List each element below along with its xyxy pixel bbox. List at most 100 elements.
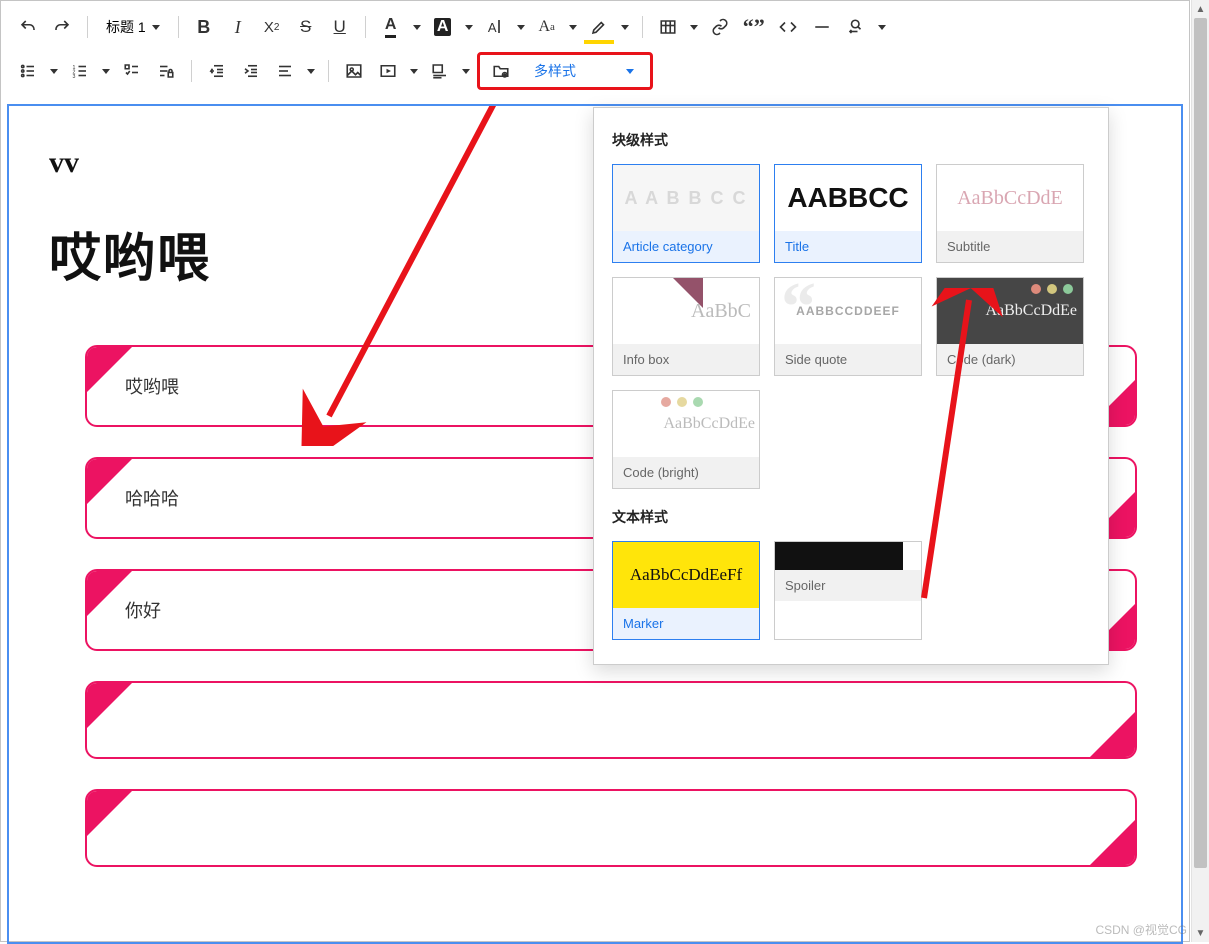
image-indent-dropdown[interactable] — [459, 69, 473, 74]
style-preview: A A B B C C — [613, 165, 759, 231]
table-button[interactable] — [653, 12, 683, 42]
style-preview — [775, 542, 903, 570]
style-label: Code (bright) — [613, 457, 759, 488]
style-preview: AaBbCcDdEeFf — [613, 542, 759, 608]
image-button[interactable] — [339, 56, 369, 86]
style-label: Article category — [613, 231, 759, 262]
toolbar-row-1: 标题 1 B I X2 S U A A AI Aa “” — [13, 7, 1177, 47]
block-styles-heading: 块级样式 — [612, 130, 1090, 150]
numbered-list-dropdown[interactable] — [99, 69, 113, 74]
undo-button[interactable] — [13, 12, 43, 42]
media-button[interactable] — [373, 56, 403, 86]
table-dropdown[interactable] — [687, 25, 701, 30]
style-card-subtitle[interactable]: AaBbCcDdESubtitle — [936, 164, 1084, 263]
bg-color-button[interactable]: A — [428, 12, 458, 42]
box-text: 哎哟喂 — [125, 377, 179, 397]
heading-dropdown[interactable]: 标题 1 — [98, 12, 168, 42]
highlight-dropdown[interactable] — [618, 25, 632, 30]
find-replace-button[interactable] — [841, 12, 871, 42]
link-button[interactable] — [705, 12, 735, 42]
multi-style-label: 多样式 — [534, 61, 576, 81]
style-preview: AaBbCcDdEe — [937, 278, 1083, 344]
style-card-code-bright-[interactable]: AaBbCcDdEeCode (bright) — [612, 390, 760, 489]
bold-button[interactable]: B — [189, 12, 219, 42]
style-label: Info box — [613, 344, 759, 375]
style-card-title[interactable]: AABBCCTitle — [774, 164, 922, 263]
font-size-button[interactable]: AI — [480, 12, 510, 42]
outdent-button[interactable] — [202, 56, 232, 86]
numbered-list-button[interactable]: 123 — [65, 56, 95, 86]
styled-content-box[interactable] — [85, 681, 1137, 759]
indent-button[interactable] — [236, 56, 266, 86]
separator — [365, 16, 366, 38]
blockquote-button[interactable]: “” — [739, 12, 769, 42]
find-replace-dropdown[interactable] — [875, 25, 889, 30]
svg-text:3: 3 — [73, 74, 76, 80]
italic-button[interactable]: I — [223, 12, 253, 42]
style-preview: AaBbC — [613, 278, 759, 344]
strikethrough-button[interactable]: S — [291, 12, 321, 42]
code-button[interactable] — [773, 12, 803, 42]
highlight-button[interactable] — [584, 12, 614, 42]
style-preview: AaBbCcDdE — [937, 165, 1083, 231]
style-preview: AaBbCcDdEe — [613, 391, 759, 457]
font-family-dropdown[interactable] — [566, 25, 580, 30]
font-color-button[interactable]: A — [376, 12, 406, 42]
multi-style-dropdown[interactable]: 多样式 — [524, 56, 644, 86]
style-label: Marker — [613, 608, 759, 639]
style-preview: “AABBCCDDEEF — [775, 278, 921, 344]
separator — [642, 16, 643, 38]
style-card-spoiler[interactable]: Spoiler — [774, 541, 922, 640]
redo-button[interactable] — [47, 12, 77, 42]
style-preview: AABBCC — [775, 165, 921, 231]
separator — [87, 16, 88, 38]
block-styles-grid: A A B B C CArticle categoryAABBCCTitleAa… — [612, 164, 1090, 489]
horizontal-line-button[interactable] — [807, 12, 837, 42]
toolbar: 标题 1 B I X2 S U A A AI Aa “” 123 — [1, 1, 1189, 98]
chevron-down-icon — [152, 25, 160, 30]
align-dropdown[interactable] — [304, 69, 318, 74]
bg-color-dropdown[interactable] — [462, 25, 476, 30]
style-card-info-box[interactable]: AaBbCInfo box — [612, 277, 760, 376]
separator — [191, 60, 192, 82]
styles-popup: 块级样式 A A B B C CArticle categoryAABBCCTi… — [593, 107, 1109, 665]
styled-content-box[interactable] — [85, 789, 1137, 867]
align-button[interactable] — [270, 56, 300, 86]
watermark: CSDN @视觉CG — [1095, 921, 1187, 938]
toolbar-row-2: 123 多样式 — [13, 51, 1177, 91]
chevron-down-icon — [626, 69, 634, 74]
box-text: 哈哈哈 — [125, 489, 179, 509]
template-folder-button[interactable] — [486, 56, 516, 86]
scroll-up-button[interactable]: ▲ — [1192, 0, 1209, 18]
style-label: Spoiler — [775, 570, 921, 601]
app-frame: 标题 1 B I X2 S U A A AI Aa “” 123 — [0, 0, 1190, 942]
media-dropdown[interactable] — [407, 69, 421, 74]
subscript-button[interactable]: X2 — [257, 12, 287, 42]
task-list-button[interactable] — [117, 56, 147, 86]
style-card-side-quote[interactable]: “AABBCCDDEEFSide quote — [774, 277, 922, 376]
scroll-thumb[interactable] — [1194, 18, 1207, 868]
text-styles-grid: AaBbCcDdEeFfMarker Spoiler — [612, 541, 1090, 640]
bullet-list-button[interactable] — [13, 56, 43, 86]
separator — [178, 16, 179, 38]
image-indent-button[interactable] — [425, 56, 455, 86]
vertical-scrollbar[interactable]: ▲ ▼ — [1191, 0, 1209, 942]
style-card-code-dark-[interactable]: AaBbCcDdEeCode (dark) — [936, 277, 1084, 376]
lock-list-button[interactable] — [151, 56, 181, 86]
font-family-button[interactable]: Aa — [532, 12, 562, 42]
heading-dropdown-label: 标题 1 — [106, 17, 146, 37]
style-label: Side quote — [775, 344, 921, 375]
font-size-dropdown[interactable] — [514, 25, 528, 30]
style-card-marker[interactable]: AaBbCcDdEeFfMarker — [612, 541, 760, 640]
font-color-dropdown[interactable] — [410, 25, 424, 30]
style-label: Title — [775, 231, 921, 262]
style-label: Code (dark) — [937, 344, 1083, 375]
separator — [328, 60, 329, 82]
highlighted-toolbar-section: 多样式 — [477, 52, 653, 90]
style-card-article-category[interactable]: A A B B C CArticle category — [612, 164, 760, 263]
underline-button[interactable]: U — [325, 12, 355, 42]
style-label: Subtitle — [937, 231, 1083, 262]
scroll-down-button[interactable]: ▼ — [1192, 924, 1209, 942]
text-styles-heading: 文本样式 — [612, 507, 1090, 527]
bullet-list-dropdown[interactable] — [47, 69, 61, 74]
